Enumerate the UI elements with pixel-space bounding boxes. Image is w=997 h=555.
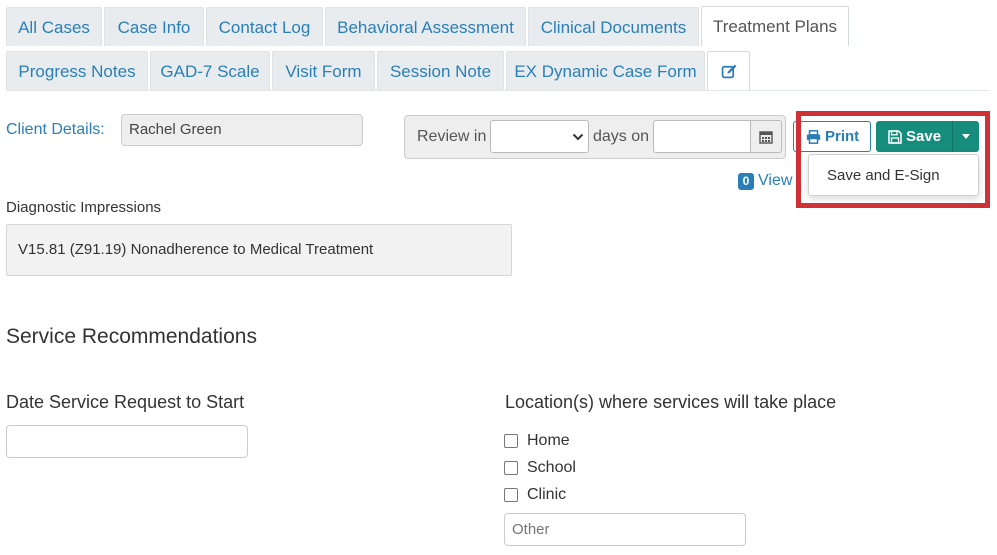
diagnostic-value-box: V15.81 (Z91.19) Nonadherence to Medical … [6, 224, 512, 276]
diagnostic-heading: Diagnostic Impressions [6, 199, 162, 216]
highlight-frame [796, 111, 990, 208]
service-recommendations-heading: Service Recommendations [6, 325, 257, 348]
date-service-label: Date Service Request to Start [6, 392, 245, 412]
calendar-button[interactable] [750, 120, 782, 153]
tab-contact-log[interactable]: Contact Log [206, 7, 323, 46]
other-location-input[interactable] [504, 513, 746, 546]
review-date-input[interactable] [653, 120, 751, 153]
date-service-input[interactable] [6, 425, 248, 458]
clinic-label: Clinic [527, 486, 567, 503]
review-suffix-label: days on [593, 128, 650, 145]
tab-session-note[interactable]: Session Note [377, 51, 504, 90]
tab-behavioral-assessment[interactable]: Behavioral Assessment [325, 7, 526, 46]
tab-clinical-documents[interactable]: Clinical Documents [528, 7, 699, 46]
location-label: Location(s) where services will take pla… [505, 392, 837, 412]
tab-divider [6, 90, 990, 91]
tab-gad7-scale[interactable]: GAD-7 Scale [150, 51, 270, 90]
school-label: School [527, 459, 576, 476]
clinic-checkbox[interactable] [504, 488, 518, 502]
client-details-label: Client Details: [6, 121, 105, 138]
tab-case-info[interactable]: Case Info [104, 7, 204, 46]
tab-progress-notes[interactable]: Progress Notes [6, 51, 148, 90]
tab-ex-dynamic-case-form[interactable]: EX Dynamic Case Form [506, 51, 705, 90]
view-count-badge: 0 [738, 173, 754, 190]
home-checkbox[interactable] [504, 434, 518, 448]
tab-visit-form[interactable]: Visit Form [272, 51, 375, 90]
tab-edit[interactable] [707, 51, 750, 91]
tab-all-cases[interactable]: All Cases [6, 7, 102, 46]
client-name-field: Rachel Green [121, 114, 363, 146]
view-link[interactable]: View [758, 172, 792, 190]
school-checkbox[interactable] [504, 461, 518, 475]
review-prefix-label: Review in [417, 128, 487, 145]
chevron-down-icon [572, 133, 584, 141]
home-label: Home [527, 432, 570, 449]
edit-icon [721, 64, 737, 79]
tab-treatment-plans[interactable]: Treatment Plans [701, 6, 849, 46]
review-days-select[interactable] [490, 120, 589, 153]
calendar-icon [759, 131, 773, 144]
